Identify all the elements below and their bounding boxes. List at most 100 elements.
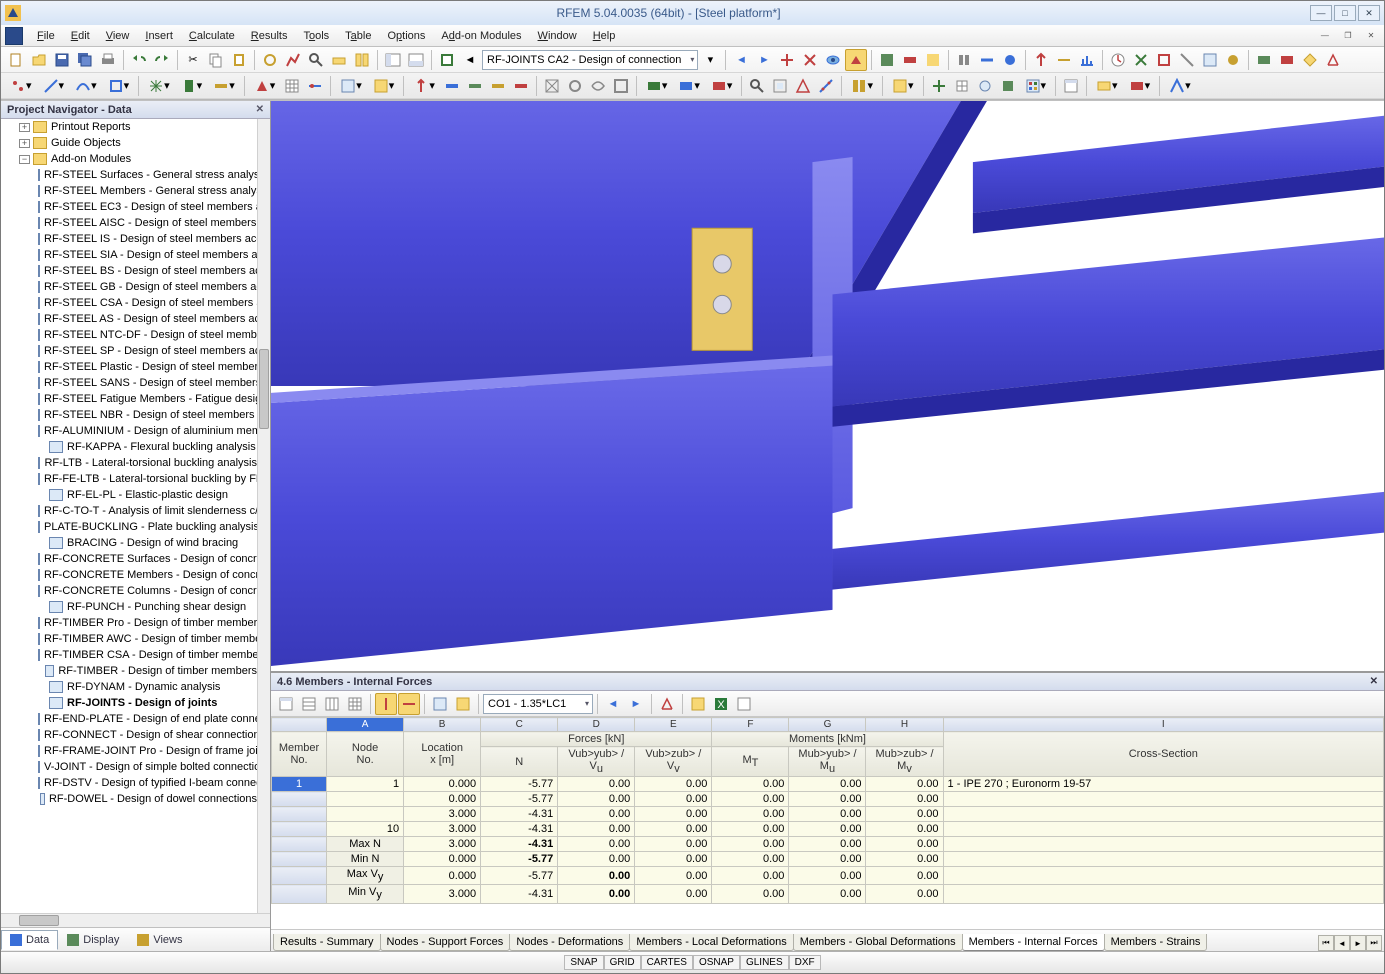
menu-options[interactable]: Options: [379, 28, 433, 44]
mdi-restore-button[interactable]: ❐: [1339, 29, 1357, 43]
tb2-o[interactable]: [464, 75, 486, 97]
tb2-a[interactable]: ▾: [5, 75, 37, 97]
tree-module-item[interactable]: RF-STEEL BS - Design of steel members ac…: [1, 263, 257, 279]
tb-m[interactable]: [999, 49, 1021, 71]
tb2-q[interactable]: [510, 75, 532, 97]
tree-module-item[interactable]: RF-DYNAM - Dynamic analysis: [1, 679, 257, 695]
tb2-i[interactable]: [281, 75, 303, 97]
tb-u[interactable]: [1199, 49, 1221, 71]
results-table[interactable]: ABCDEFGHIMemberNo.NodeNo.Locationx [m]Fo…: [271, 717, 1384, 929]
tb-b[interactable]: [282, 49, 304, 71]
tb-p[interactable]: [1076, 49, 1098, 71]
tb2-l[interactable]: ▾: [368, 75, 400, 97]
tb2-af[interactable]: [951, 75, 973, 97]
tree-module-item[interactable]: RF-STEEL GB - Design of steel members ac…: [1, 279, 257, 295]
minimize-button[interactable]: —: [1310, 5, 1332, 21]
tb2-ag[interactable]: [974, 75, 996, 97]
nav-toggle-button[interactable]: [382, 49, 404, 71]
status-cell[interactable]: CARTES: [641, 955, 693, 970]
show-results-button[interactable]: [822, 49, 844, 71]
panel-tab[interactable]: Members - Local Deformations: [629, 934, 793, 951]
close-button[interactable]: ✕: [1358, 5, 1380, 21]
tb2-s[interactable]: [564, 75, 586, 97]
tree-module-item[interactable]: RF-STEEL EC3 - Design of steel members a…: [1, 199, 257, 215]
tb2-ak[interactable]: ▾: [1091, 75, 1123, 97]
panel-toggle-button[interactable]: [405, 49, 427, 71]
tb2-ab[interactable]: [815, 75, 837, 97]
tree-module-item[interactable]: RF-STEEL Surfaces - General stress analy…: [1, 167, 257, 183]
pt-excel[interactable]: X: [710, 693, 732, 715]
undo-button[interactable]: [128, 49, 150, 71]
print-button[interactable]: [97, 49, 119, 71]
status-cell[interactable]: GLINES: [740, 955, 789, 970]
panel-tab[interactable]: Members - Strains: [1104, 934, 1208, 951]
tb-c[interactable]: [328, 49, 350, 71]
tree-module-item[interactable]: RF-STEEL CSA - Design of steel members a…: [1, 295, 257, 311]
panel-close-button[interactable]: ✕: [1370, 676, 1378, 687]
menu-results[interactable]: Results: [243, 28, 296, 44]
tb2-ad[interactable]: ▾: [887, 75, 919, 97]
pt-b[interactable]: [298, 693, 320, 715]
pt-j[interactable]: [687, 693, 709, 715]
menu-table[interactable]: Table: [337, 28, 379, 44]
tree-module-item[interactable]: RF-CONCRETE Columns - Design of concrete…: [1, 583, 257, 599]
tb2-e[interactable]: ▾: [143, 75, 175, 97]
tb-r[interactable]: [1130, 49, 1152, 71]
tb-j[interactable]: [922, 49, 944, 71]
tb2-ae[interactable]: [928, 75, 950, 97]
tree-module-item[interactable]: RF-CONCRETE Members - Design of concrete…: [1, 567, 257, 583]
navigator-tab-views[interactable]: Views: [128, 930, 191, 950]
tab-nav-last[interactable]: ⏭: [1366, 935, 1382, 951]
tb2-k[interactable]: ▾: [335, 75, 367, 97]
tb2-r[interactable]: [541, 75, 563, 97]
navigator-tree[interactable]: +Printout Reports+Guide Objects−Add-on M…: [1, 119, 270, 913]
tab-nav-next[interactable]: ►: [1350, 935, 1366, 951]
tree-module-item[interactable]: RF-ALUMINIUM - Design of aluminium membe…: [1, 423, 257, 439]
tb2-j[interactable]: [304, 75, 326, 97]
redo-button[interactable]: [151, 49, 173, 71]
tree-module-item[interactable]: RF-TIMBER CSA - Design of timber members…: [1, 647, 257, 663]
prev-result-button[interactable]: ◄: [730, 49, 752, 71]
tb2-h[interactable]: ▾: [249, 75, 281, 97]
pt-i[interactable]: [656, 693, 678, 715]
tree-module-item[interactable]: RF-KAPPA - Flexural buckling analysis: [1, 439, 257, 455]
pt-a[interactable]: [275, 693, 297, 715]
tree-module-item[interactable]: RF-STEEL Fatigue Members - Fatigue desig…: [1, 391, 257, 407]
tree-module-item[interactable]: RF-TIMBER AWC - Design of timber members…: [1, 631, 257, 647]
tree-module-item[interactable]: RF-FRAME-JOINT Pro - Design of frame joi…: [1, 743, 257, 759]
tb2-b[interactable]: ▾: [38, 75, 70, 97]
mdi-minimize-button[interactable]: —: [1316, 29, 1334, 43]
cut-button[interactable]: ✂: [182, 49, 204, 71]
panel-tab[interactable]: Members - Internal Forces: [962, 934, 1105, 951]
tb-a[interactable]: [259, 49, 281, 71]
save-button[interactable]: [51, 49, 73, 71]
pt-next[interactable]: ►: [625, 693, 647, 715]
tb2-c[interactable]: ▾: [70, 75, 102, 97]
tb2-ai[interactable]: ▾: [1020, 75, 1052, 97]
panel-tab[interactable]: Members - Global Deformations: [793, 934, 963, 951]
tb2-g[interactable]: ▾: [208, 75, 240, 97]
tree-module-item[interactable]: RF-STEEL NTC-DF - Design of steel member…: [1, 327, 257, 343]
status-cell[interactable]: GRID: [604, 955, 641, 970]
tb-v[interactable]: [1222, 49, 1244, 71]
navigator-tab-data[interactable]: Data: [1, 930, 58, 950]
status-cell[interactable]: DXF: [789, 955, 821, 970]
tree-module-item[interactable]: RF-DSTV - Design of typified I-beam conn…: [1, 775, 257, 791]
tree-module-item[interactable]: RF-STEEL SIA - Design of steel members a…: [1, 247, 257, 263]
tree-module-item[interactable]: RF-DOWEL - Design of dowel connections: [1, 791, 257, 807]
tb-l[interactable]: [976, 49, 998, 71]
tree-module-item[interactable]: RF-STEEL AISC - Design of steel members …: [1, 215, 257, 231]
panel-tab[interactable]: Nodes - Support Forces: [380, 934, 511, 951]
tree-module-item[interactable]: RF-STEEL Plastic - Design of steel membe…: [1, 359, 257, 375]
panel-tab[interactable]: Nodes - Deformations: [509, 934, 630, 951]
menu-window[interactable]: Window: [530, 28, 585, 44]
tb-e[interactable]: [776, 49, 798, 71]
tb2-am[interactable]: ▾: [1164, 75, 1196, 97]
tree-module-item[interactable]: RF-JOINTS - Design of joints: [1, 695, 257, 711]
find-button[interactable]: [305, 49, 327, 71]
tree-module-item[interactable]: RF-STEEL Members - General stress analys…: [1, 183, 257, 199]
menu-help[interactable]: Help: [585, 28, 624, 44]
tb2-x[interactable]: ▾: [706, 75, 738, 97]
pt-k[interactable]: [733, 693, 755, 715]
navigator-vscrollbar[interactable]: [257, 119, 270, 913]
